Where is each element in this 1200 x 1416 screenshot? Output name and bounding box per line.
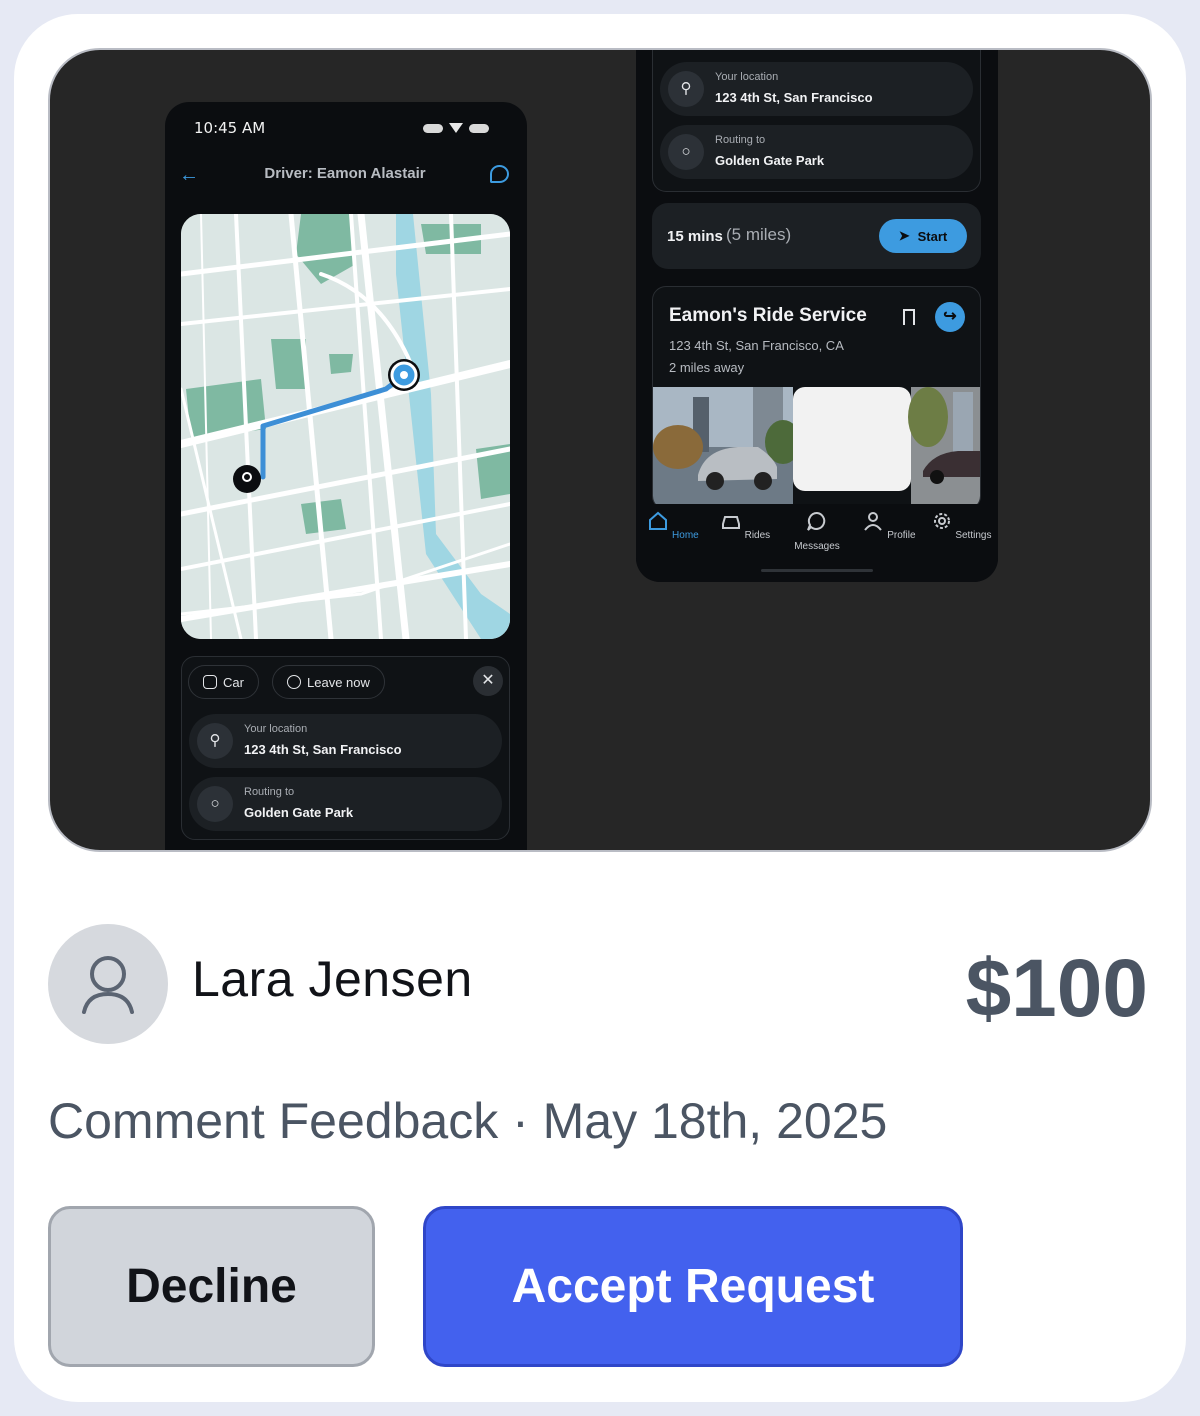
eta-bar: 15 mins (5 miles) ➤ Start bbox=[652, 203, 981, 269]
destination-icon: ○ bbox=[197, 786, 233, 822]
nav-home[interactable]: Home bbox=[638, 510, 708, 541]
pin-icon: ⚲ bbox=[197, 723, 233, 759]
eta-time: 15 mins bbox=[667, 228, 723, 245]
your-location-label: Your location bbox=[715, 71, 779, 83]
nav-label: Settings bbox=[955, 530, 992, 541]
nav-label: Messages bbox=[794, 541, 840, 552]
mode-chip-label: Car bbox=[223, 674, 244, 690]
routing-label: Routing to bbox=[244, 786, 295, 798]
nav-label: Profile bbox=[887, 530, 916, 541]
request-meta: Comment Feedback · May 18th, 2025 bbox=[48, 1093, 888, 1149]
your-location-row[interactable]: ⚲ Your location 123 4th St, San Francisc… bbox=[189, 714, 502, 768]
nav-label: Rides bbox=[744, 530, 771, 541]
profile-icon bbox=[864, 512, 883, 531]
battery-icon bbox=[469, 123, 489, 133]
back-arrow-icon[interactable]: ← bbox=[179, 164, 199, 187]
nav-messages[interactable]: Messages bbox=[782, 510, 852, 552]
leave-now-chip[interactable]: Leave now bbox=[272, 665, 385, 699]
chat-icon[interactable] bbox=[490, 165, 509, 183]
navigation-arrow-icon: ➤ bbox=[898, 228, 910, 243]
mode-chip-car[interactable]: Car bbox=[188, 665, 259, 699]
routing-row-right[interactable]: ○ Routing to Golden Gate Park bbox=[660, 125, 973, 179]
your-location-value: 123 4th St, San Francisco bbox=[715, 90, 873, 105]
status-icons bbox=[423, 123, 489, 133]
routing-row[interactable]: ○ Routing to Golden Gate Park bbox=[189, 777, 502, 831]
leave-now-label: Leave now bbox=[307, 674, 370, 690]
driver-title: Driver: Eamon Alastair bbox=[264, 165, 426, 182]
phone-screen-map: 10:45 AM ← Driver: Eamon Alastair Car Le… bbox=[165, 102, 527, 850]
start-button[interactable]: ➤ Start bbox=[879, 219, 967, 253]
app-preview: 10:45 AM ← Driver: Eamon Alastair Car Le… bbox=[48, 48, 1152, 852]
service-address: 123 4th St, San Francisco, CA bbox=[669, 338, 844, 353]
map-graphic bbox=[181, 214, 510, 639]
decline-button[interactable]: Decline bbox=[48, 1206, 375, 1367]
bookmark-icon[interactable] bbox=[903, 309, 915, 325]
gear-icon bbox=[933, 513, 950, 529]
routing-value: Golden Gate Park bbox=[715, 153, 825, 168]
service-distance: 2 miles away bbox=[669, 360, 745, 375]
share-icon[interactable]: ↪ bbox=[935, 302, 965, 332]
pin-icon: ⚲ bbox=[668, 71, 704, 107]
your-location-row-right[interactable]: ⚲ Your location 123 4th St, San Francisc… bbox=[660, 62, 973, 116]
your-location-label: Your location bbox=[244, 723, 308, 735]
route-map[interactable] bbox=[181, 214, 510, 639]
service-card[interactable]: Eamon's Ride Service ↪ 123 4th St, San F… bbox=[652, 286, 981, 510]
phone-screen-trip: ⚲ Your location 123 4th St, San Francisc… bbox=[636, 50, 998, 582]
message-icon bbox=[807, 511, 826, 531]
requester-name: Lara Jensen bbox=[192, 951, 473, 1007]
trip-panel: Car Leave now ✕ ⚲ Your location 123 4th … bbox=[181, 656, 510, 840]
your-location-value: 123 4th St, San Francisco bbox=[244, 742, 402, 757]
destination-icon: ○ bbox=[668, 134, 704, 170]
routing-label: Routing to bbox=[715, 134, 766, 146]
home-indicator bbox=[761, 569, 873, 572]
signal-icon bbox=[423, 123, 443, 133]
nav-profile[interactable]: Profile bbox=[854, 510, 924, 541]
clock-icon bbox=[287, 675, 301, 689]
car-icon bbox=[721, 516, 740, 529]
nav-settings[interactable]: Settings bbox=[926, 510, 996, 541]
start-label: Start bbox=[917, 228, 948, 244]
eta-distance: (5 miles) bbox=[726, 225, 792, 244]
car-icon bbox=[203, 675, 217, 689]
avatar bbox=[48, 924, 168, 1044]
accept-request-button[interactable]: Accept Request bbox=[423, 1206, 963, 1367]
home-icon bbox=[649, 511, 668, 530]
routing-value: Golden Gate Park bbox=[244, 805, 354, 820]
user-icon bbox=[82, 956, 134, 1014]
bottom-nav: Home Rides Messages Profile Settings bbox=[636, 504, 998, 582]
service-name: Eamon's Ride Service bbox=[669, 305, 867, 326]
nav-label: Home bbox=[672, 530, 699, 541]
status-time: 10:45 AM bbox=[194, 119, 266, 137]
nav-rides[interactable]: Rides bbox=[710, 510, 780, 541]
service-photos[interactable] bbox=[653, 387, 981, 510]
trip-panel-right: ⚲ Your location 123 4th St, San Francisc… bbox=[652, 50, 981, 192]
wifi-icon bbox=[449, 123, 463, 133]
close-icon[interactable]: ✕ bbox=[473, 666, 503, 696]
request-price: $100 bbox=[965, 943, 1148, 1034]
